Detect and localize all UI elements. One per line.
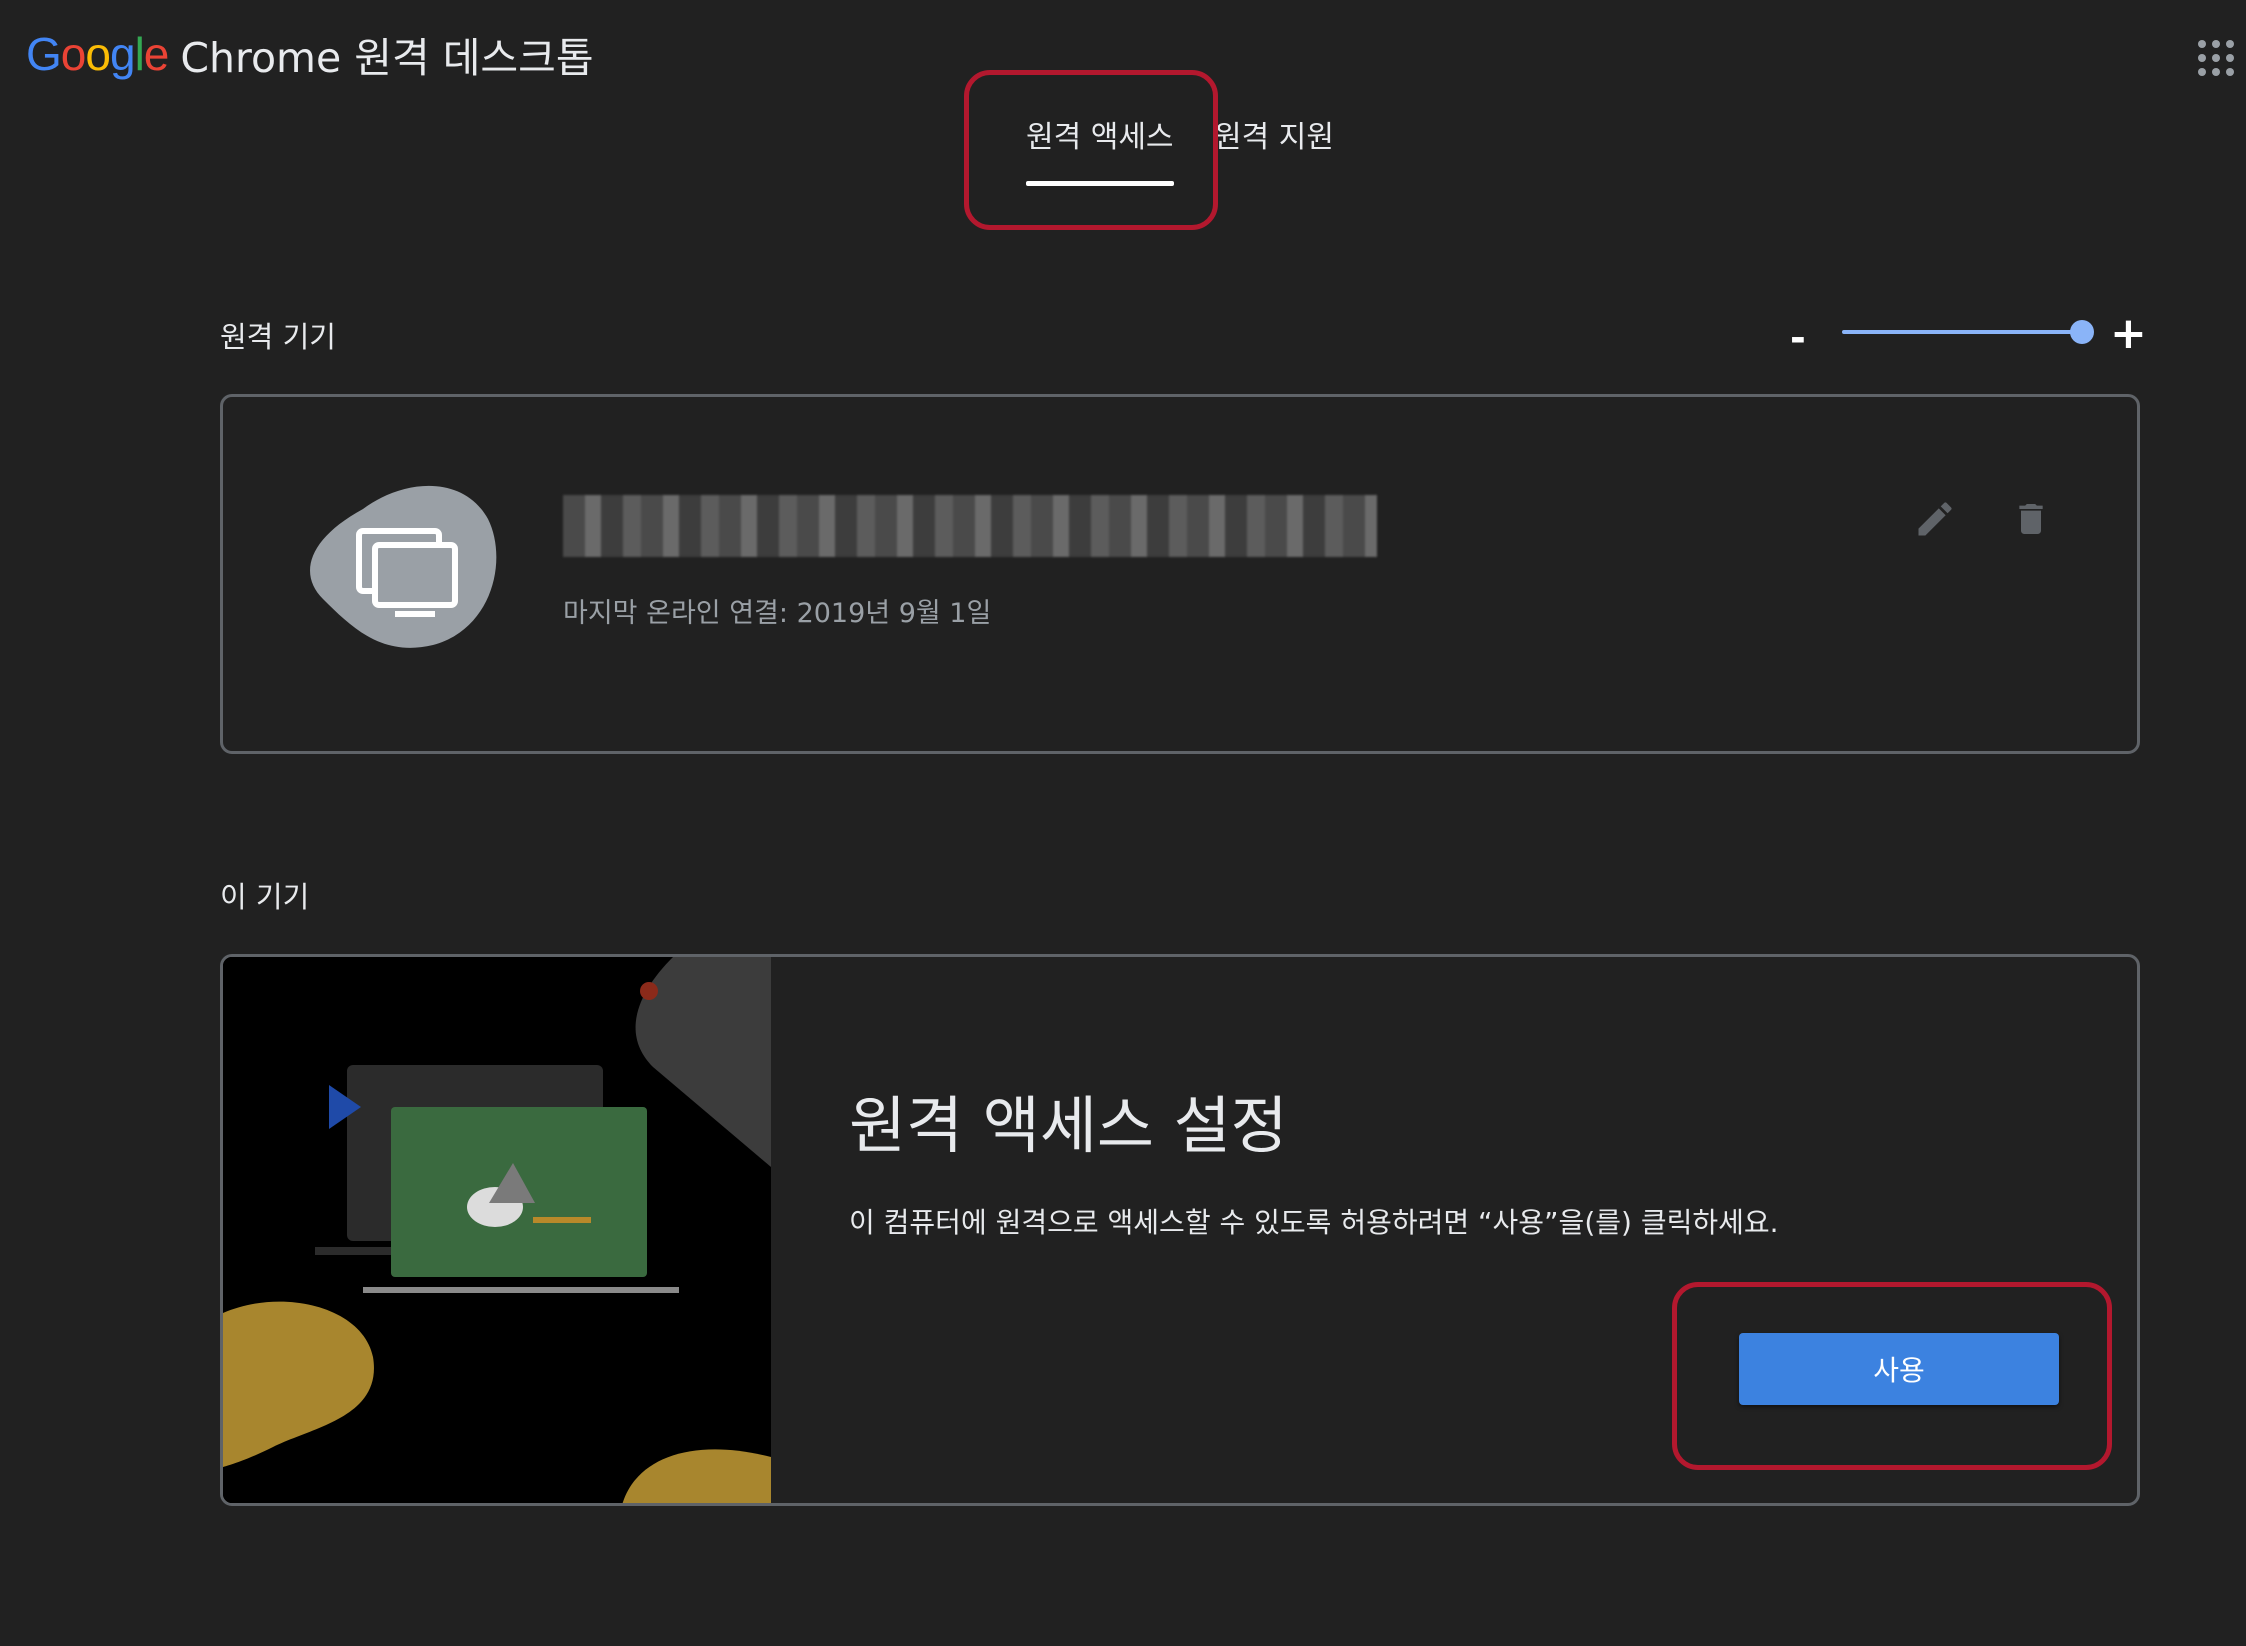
this-device-heading: 이 기기 — [220, 880, 310, 914]
app-logo[interactable]: Google Chrome 원격 데스크톱 — [26, 24, 594, 84]
tab-highlight-annotation — [964, 70, 1218, 230]
app-title: Chrome 원격 데스크톱 — [180, 34, 594, 82]
zoom-slider-track[interactable] — [1842, 330, 2082, 334]
device-last-online: 마지막 온라인 연결: 2019년 9월 1일 — [563, 598, 992, 629]
google-logo: Google — [26, 28, 169, 80]
zoom-slider-thumb[interactable] — [2070, 320, 2094, 344]
zoom-in-button[interactable]: + — [2110, 308, 2147, 359]
zoom-out-button[interactable]: - — [1790, 316, 1806, 360]
setup-illustration — [223, 957, 771, 1503]
device-card[interactable]: ██████████████████ 마지막 온라인 연결: 2019년 9월 … — [220, 394, 2140, 754]
edit-icon[interactable] — [1913, 497, 1957, 541]
device-name-redacted: ██████████████████ — [563, 495, 1377, 557]
button-highlight-annotation — [1672, 1282, 2112, 1470]
tab-remote-support[interactable]: 원격 지원 — [1214, 112, 1334, 156]
remote-devices-heading: 원격 기기 — [220, 320, 336, 354]
setup-title: 원격 액세스 설정 — [849, 1089, 1288, 1162]
computer-icon — [310, 485, 497, 648]
setup-description: 이 컴퓨터에 원격으로 액세스할 수 있도록 허용하려면 “사용”을(를) 클릭… — [849, 1206, 1779, 1239]
apps-grid-icon[interactable] — [2198, 40, 2234, 76]
delete-icon[interactable] — [2011, 497, 2051, 541]
